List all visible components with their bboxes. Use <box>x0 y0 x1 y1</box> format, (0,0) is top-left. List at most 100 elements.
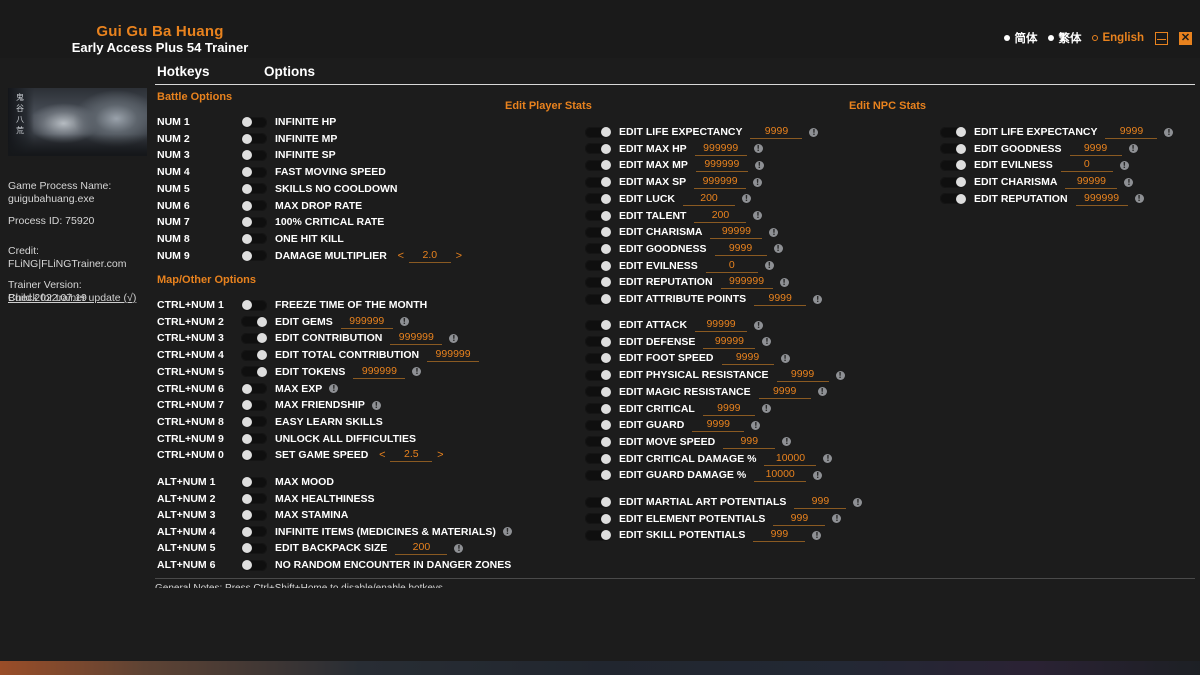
stepper-value[interactable]: 2.0 <box>408 249 451 263</box>
toggle-switch[interactable] <box>241 166 267 178</box>
toggle-switch[interactable] <box>241 116 267 128</box>
toggle-switch[interactable] <box>585 436 611 448</box>
option-value-field[interactable]: 99999 <box>695 318 748 332</box>
option-value-field[interactable]: 200 <box>683 192 735 206</box>
toggle-switch[interactable] <box>585 496 611 508</box>
option-value-field[interactable]: 999999 <box>1075 192 1128 206</box>
option-value-field[interactable]: 999999 <box>720 275 773 290</box>
stepper-decrease-icon[interactable]: < <box>376 449 388 461</box>
toggle-switch[interactable] <box>940 143 966 155</box>
toggle-switch[interactable] <box>241 449 267 461</box>
info-icon[interactable]: ! <box>779 277 789 287</box>
option-value-field[interactable]: 99999 <box>710 225 763 240</box>
toggle-switch[interactable] <box>241 183 267 195</box>
toggle-switch[interactable] <box>241 316 267 328</box>
toggle-switch[interactable] <box>585 260 611 272</box>
toggle-switch[interactable] <box>241 399 267 411</box>
toggle-switch[interactable] <box>241 349 267 361</box>
info-icon[interactable]: ! <box>809 127 819 137</box>
option-value-field[interactable]: 999 <box>723 435 776 449</box>
info-icon[interactable]: ! <box>753 211 763 220</box>
stepper-increase-icon[interactable]: > <box>434 449 446 461</box>
toggle-switch[interactable] <box>940 193 966 205</box>
option-value-field[interactable]: 999999 <box>390 331 443 346</box>
toggle-switch[interactable] <box>585 419 611 431</box>
toggle-switch[interactable] <box>585 126 611 138</box>
option-value-field[interactable]: 999 <box>773 512 826 526</box>
info-icon[interactable]: ! <box>754 160 764 170</box>
info-icon[interactable]: ! <box>754 320 764 330</box>
toggle-switch[interactable] <box>940 159 966 171</box>
info-icon[interactable]: ! <box>1119 160 1129 170</box>
option-value-field[interactable]: 9999 <box>750 125 803 139</box>
toggle-switch[interactable] <box>585 403 611 414</box>
option-value-field[interactable]: 999999 <box>694 142 747 156</box>
info-icon[interactable]: ! <box>769 227 779 237</box>
info-icon[interactable]: ! <box>329 384 339 393</box>
toggle-switch[interactable] <box>585 352 611 364</box>
toggle-switch[interactable] <box>585 143 611 155</box>
toggle-switch[interactable] <box>585 469 611 481</box>
option-value-field[interactable]: 999 <box>753 528 806 543</box>
toggle-switch[interactable] <box>241 493 267 505</box>
option-value-field[interactable]: 999 <box>794 495 847 509</box>
toggle-switch[interactable] <box>585 293 611 305</box>
option-value-field[interactable]: 9999 <box>776 368 829 383</box>
option-value-field[interactable]: 9999 <box>692 418 745 433</box>
info-icon[interactable]: ! <box>742 194 751 204</box>
option-value-field[interactable]: 0 <box>705 259 758 273</box>
info-icon[interactable]: ! <box>371 400 381 410</box>
close-icon[interactable]: ✕ <box>1179 31 1192 45</box>
toggle-switch[interactable] <box>241 366 267 378</box>
toggle-switch[interactable] <box>241 433 267 445</box>
option-value-field[interactable]: 9999 <box>758 385 811 399</box>
toggle-switch[interactable] <box>585 159 611 171</box>
info-icon[interactable]: ! <box>764 261 774 271</box>
info-icon[interactable]: ! <box>773 244 783 254</box>
toggle-switch[interactable] <box>585 369 611 381</box>
option-value-field[interactable]: 9999 <box>702 402 755 416</box>
option-value-field[interactable]: 9999 <box>1069 142 1122 156</box>
option-value-field[interactable]: 999999 <box>353 365 406 379</box>
info-icon[interactable]: ! <box>817 387 827 397</box>
option-value-field[interactable]: 999999 <box>427 348 480 363</box>
option-value-field[interactable]: 200 <box>395 541 448 556</box>
stepper-decrease-icon[interactable]: < <box>395 250 407 262</box>
toggle-switch[interactable] <box>241 233 267 245</box>
stepper-increase-icon[interactable]: > <box>453 250 465 262</box>
toggle-switch[interactable] <box>241 250 267 262</box>
option-value-field[interactable]: 10000 <box>764 452 817 466</box>
toggle-switch[interactable] <box>241 332 267 344</box>
option-value-field[interactable]: 99999 <box>1065 175 1118 190</box>
language-option-simplified[interactable]: 简体 <box>1004 30 1037 46</box>
toggle-switch[interactable] <box>585 453 611 465</box>
toggle-switch[interactable] <box>241 133 267 145</box>
option-value-field[interactable]: 0 <box>1060 158 1113 173</box>
info-icon[interactable]: ! <box>823 454 833 464</box>
info-icon[interactable]: ! <box>762 337 772 347</box>
toggle-switch[interactable] <box>585 226 611 238</box>
toggle-switch[interactable] <box>241 509 267 521</box>
toggle-switch[interactable] <box>585 513 611 525</box>
toggle-switch[interactable] <box>241 559 267 571</box>
info-icon[interactable]: ! <box>761 404 771 413</box>
toggle-switch[interactable] <box>241 200 267 211</box>
info-icon[interactable]: ! <box>813 470 823 480</box>
info-icon[interactable]: ! <box>502 527 512 537</box>
option-value-field[interactable]: 9999 <box>721 351 774 366</box>
toggle-switch[interactable] <box>241 216 267 228</box>
option-value-field[interactable]: 9999 <box>1105 125 1158 139</box>
option-value-field[interactable]: 200 <box>694 209 747 223</box>
info-icon[interactable]: ! <box>782 437 792 447</box>
stepper-value[interactable]: 2.5 <box>390 448 433 463</box>
toggle-switch[interactable] <box>241 526 267 538</box>
toggle-switch[interactable] <box>241 542 267 554</box>
option-value-field[interactable]: 9999 <box>714 242 767 256</box>
minimize-icon[interactable] <box>1155 31 1168 45</box>
option-value-field[interactable]: 9999 <box>754 292 807 306</box>
info-icon[interactable]: ! <box>753 177 763 187</box>
info-icon[interactable]: ! <box>1134 194 1144 204</box>
info-icon[interactable]: ! <box>1128 144 1138 154</box>
toggle-switch[interactable] <box>241 299 267 311</box>
toggle-switch[interactable] <box>585 336 611 348</box>
